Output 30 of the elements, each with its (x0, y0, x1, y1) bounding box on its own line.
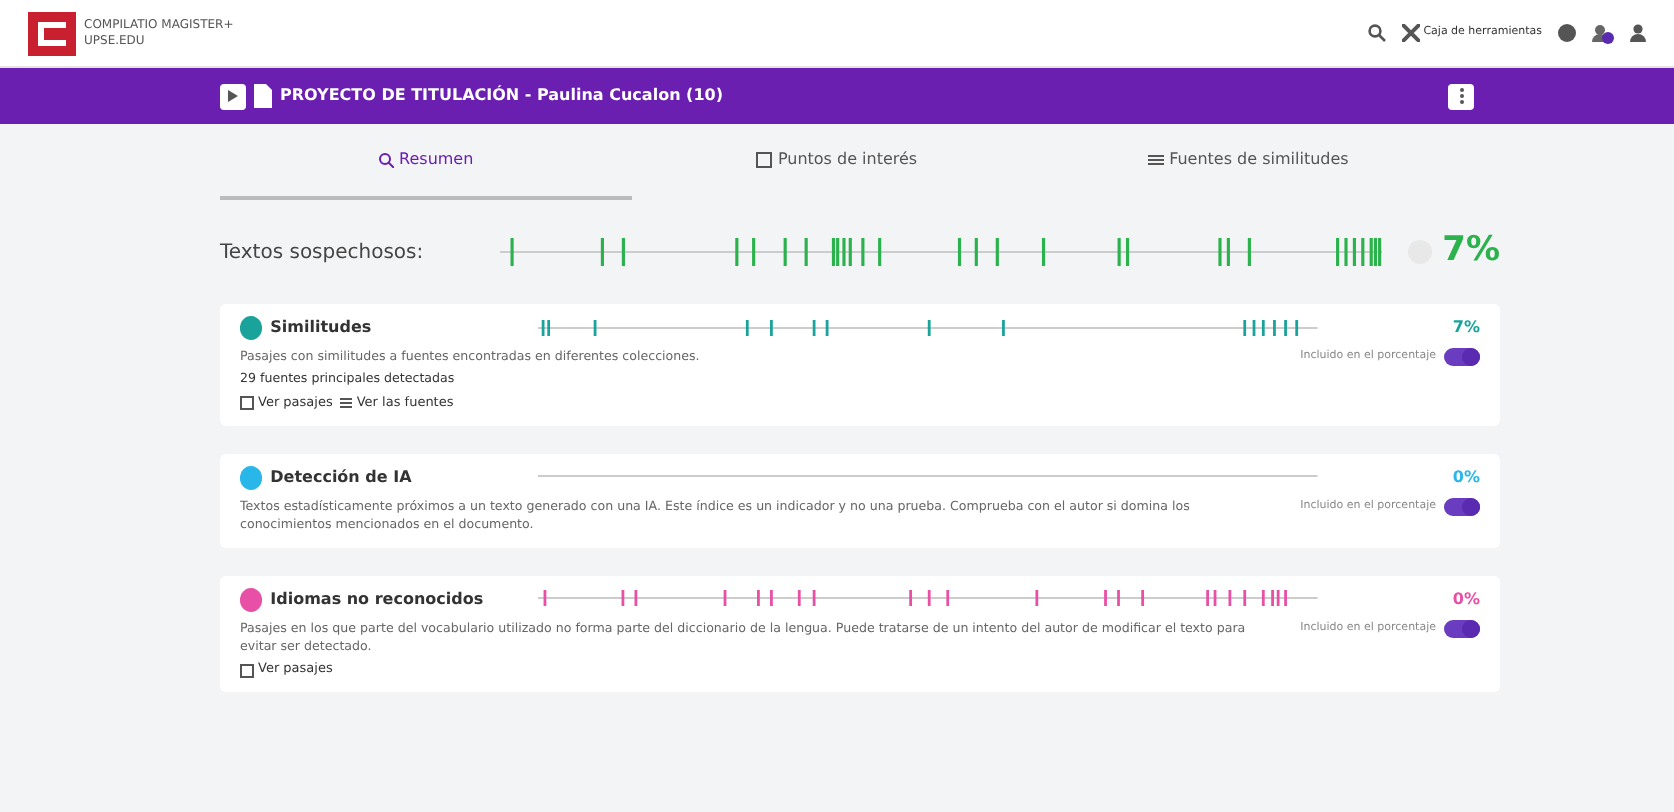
square-icon (240, 663, 254, 678)
suspicious-percent: 7% (1442, 228, 1500, 275)
tab[interactable]: Puntos de interés (631, 124, 1043, 200)
card-title: Similitudes (270, 316, 374, 340)
suspicious-texts-label: Textos sospechosos: (220, 239, 426, 267)
users-icon[interactable] (1592, 23, 1614, 43)
square-icon (756, 151, 773, 168)
play-icon (228, 90, 238, 102)
logo-icon (28, 11, 76, 55)
card-title: Detección de IA (270, 465, 414, 490)
list-icon (1148, 153, 1165, 166)
document-icon (254, 84, 272, 108)
card-percent: 0% (1450, 465, 1480, 490)
expand-button[interactable] (220, 83, 246, 109)
tab[interactable]: Fuentes de similitudes (1042, 124, 1455, 200)
tools-icon (1401, 24, 1420, 42)
include-toggle[interactable] (1444, 619, 1480, 637)
square-icon (240, 396, 254, 411)
list-icon (340, 398, 353, 409)
card-title: Idiomas no reconocidos (270, 587, 486, 611)
tab[interactable]: Resumen (220, 124, 632, 200)
card-percent: 7% (1450, 316, 1480, 340)
search-icon[interactable] (1367, 24, 1386, 42)
include-toggle[interactable] (1444, 348, 1480, 366)
more-button[interactable] (1448, 83, 1474, 109)
include-toggle[interactable] (1444, 497, 1480, 516)
search-icon (377, 151, 394, 168)
user-icon[interactable] (1630, 24, 1646, 42)
document-title: PROYECTO DE TITULACIÓN - Paulina Cucalon (10) (280, 84, 723, 108)
card-percent: 0% (1450, 587, 1480, 611)
